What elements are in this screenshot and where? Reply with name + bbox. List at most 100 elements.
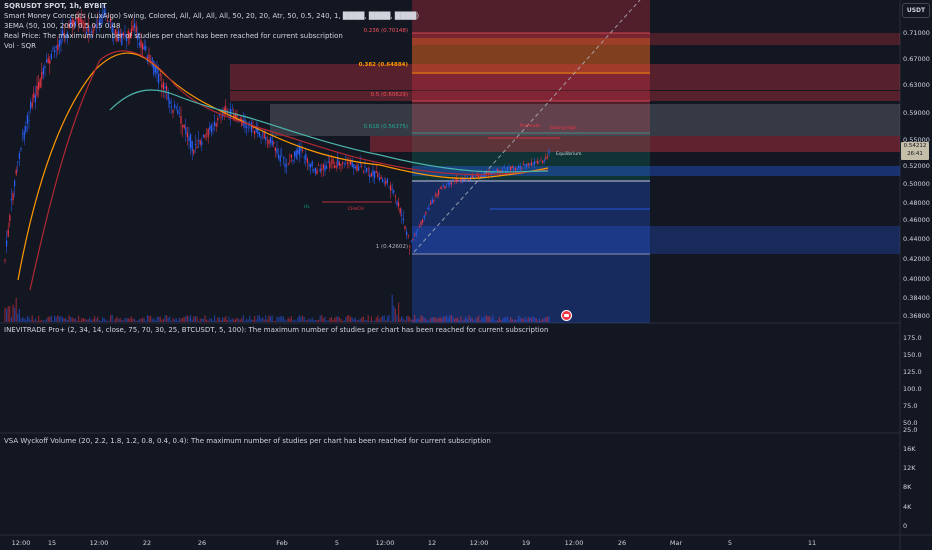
candle-body [374,171,376,179]
order-block-1 [412,33,900,45]
volume-bar [250,319,252,322]
volume-bar [262,317,264,322]
volume-bar [278,317,280,322]
candle-body [55,46,57,48]
candle-body [172,110,174,113]
us-flag-event-icon[interactable] [561,310,572,321]
volume-bar [519,317,521,322]
volume-bar [15,297,17,322]
candle-body [38,82,40,90]
indicator-volume[interactable]: Vol · SQR [4,42,36,51]
candle-body [260,137,262,139]
volume-bar [306,319,308,322]
pane2-legend[interactable]: INEVITRADE Pro+ (2, 34, 14, close, 75, 7… [4,326,548,334]
volume-bar [492,315,494,322]
candle-body [401,215,403,217]
candle-body [415,232,417,235]
volume-bar [530,317,532,322]
candle-body [335,165,337,168]
indicator-smc[interactable]: Smart Money Concepts (LuxAlgo) Swing, Co… [4,12,419,21]
volume-bar [478,315,480,322]
candle-body [538,161,540,163]
volume-bar [258,315,260,322]
volume-bar [426,320,428,322]
chart-canvas[interactable] [0,0,932,550]
indicator-real-price[interactable]: Real Price: The maximum number of studie… [4,32,343,41]
candle-body [410,241,412,243]
volume-bar [537,320,539,322]
volume-bar [329,317,331,322]
volume-bar [470,317,472,322]
candle-body [138,42,140,46]
volume-bar [342,320,344,322]
volume-bar [223,317,225,322]
candle-body [519,166,521,169]
candle-body [526,164,528,167]
volume-bar [494,320,496,322]
volume-bar [254,316,256,322]
indicator-3ema[interactable]: 3EMA (50, 100, 200) 0.5 0.5 0.48 [4,22,120,31]
candle-body [340,164,342,166]
candle-body [418,225,420,227]
volume-bar [399,318,401,322]
volume-bar [420,315,422,322]
time-tick: Feb [276,539,288,547]
candle-body [522,164,524,165]
volume-bar [415,319,417,322]
choch-label: CHoCH [348,207,364,212]
price-tick: 0.46000 [903,216,930,224]
candle-body [422,219,424,223]
symbol-title[interactable]: SQRUSDT SPOT, 1h, BYBIT [4,2,107,11]
volume-bar [68,315,70,322]
volume-bar [418,319,420,322]
candle-body [204,134,206,138]
volume-bar [303,317,305,322]
volume-bar [230,319,232,322]
volume-bar [481,316,483,322]
volume-bar [431,317,433,322]
volume-bar [218,317,220,322]
volume-bar [247,319,249,322]
pane3-legend[interactable]: VSA Wyckoff Volume (20, 2.2, 1.8, 1.2, 0… [4,437,491,445]
candle-body [145,45,147,50]
volume-bar [188,316,190,322]
volume-bar [500,320,502,322]
pane3-tick: 0 [903,522,908,530]
volume-bar [169,316,171,322]
candle-body [542,160,544,164]
price-tick: 0.44000 [903,235,930,243]
candle-body [478,175,480,178]
candle-body [246,126,248,129]
candle-body [142,43,144,50]
candle-body [47,58,49,64]
volume-bar [244,320,246,322]
equilibrium-label: Equilibrium [556,152,582,157]
candle-body [466,176,468,178]
volume-bar [532,316,534,322]
candle-body [313,169,315,171]
price-tick: 0.71000 [903,29,930,37]
candle-body [361,165,363,167]
volume-bar [390,320,392,322]
candle-body [17,161,19,163]
candle-body [140,40,142,48]
candle-body [385,180,387,185]
currency-button[interactable]: USDT [902,3,930,18]
volume-bar [383,315,385,322]
time-tick: 19 [521,539,531,547]
volume-bar [220,320,222,322]
volume-bar [180,318,182,322]
volume-bar [210,318,212,322]
volume-bar [121,320,123,322]
volume-bar [529,316,531,322]
candle-body [527,163,529,166]
candle-body [382,179,384,183]
volume-bar [212,320,214,322]
candle-body [543,160,545,162]
last-price-tag: 0.54212 26:41 [901,142,929,160]
candle-body [214,121,216,127]
candle-body [206,133,208,134]
candle-body [318,164,320,166]
hl-label: HL [304,205,310,210]
volume-bar [486,315,488,322]
